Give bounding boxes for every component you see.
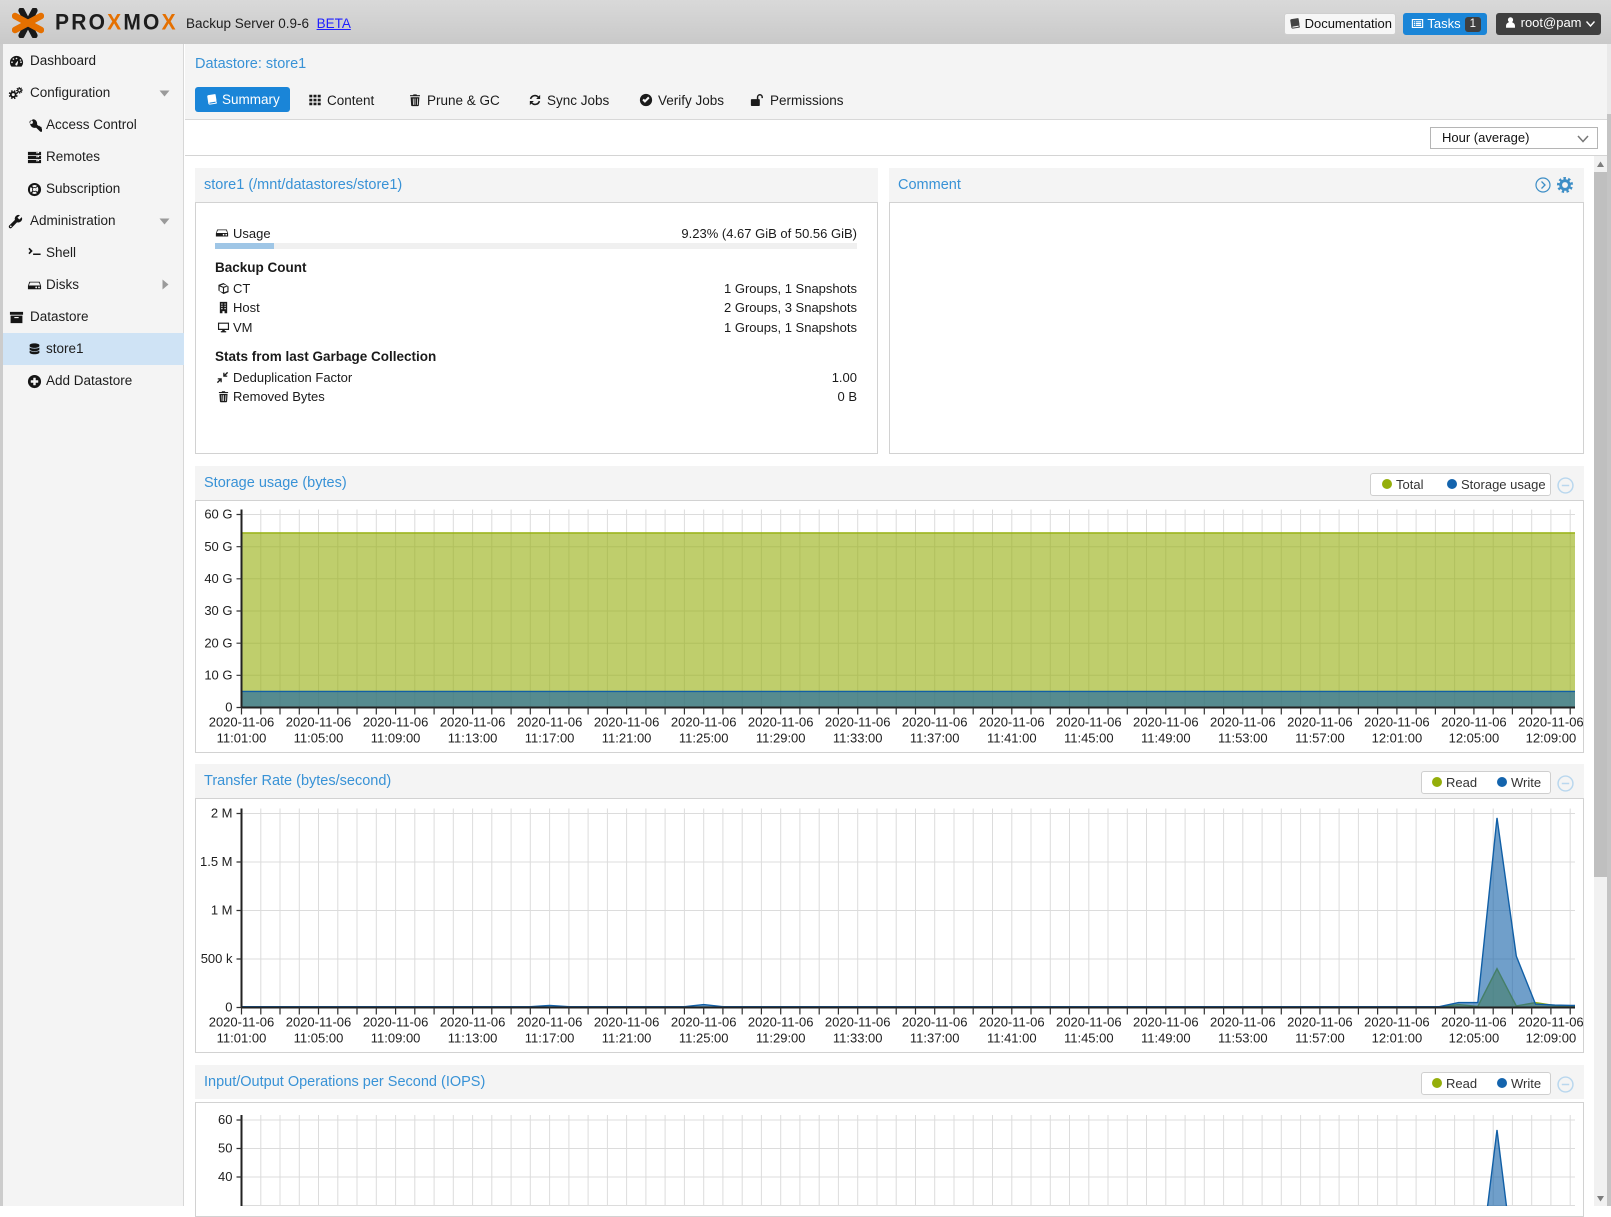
svg-text:2020-11-06: 2020-11-06: [1287, 1015, 1353, 1030]
svg-text:11:57:00: 11:57:00: [1295, 731, 1345, 746]
svg-text:2020-11-06: 2020-11-06: [1133, 715, 1199, 730]
svg-text:50 G: 50 G: [204, 539, 232, 554]
svg-text:12:05:00: 12:05:00: [1449, 731, 1500, 746]
svg-text:11:29:00: 11:29:00: [756, 1031, 806, 1046]
svg-text:2020-11-06: 2020-11-06: [825, 1015, 891, 1030]
svg-text:12:05:00: 12:05:00: [1449, 1031, 1500, 1046]
svg-text:2020-11-06: 2020-11-06: [1210, 1015, 1276, 1030]
svg-text:2020-11-06: 2020-11-06: [440, 715, 506, 730]
svg-text:2020-11-06: 2020-11-06: [286, 715, 352, 730]
svg-text:60 G: 60 G: [204, 507, 232, 522]
svg-text:2020-11-06: 2020-11-06: [1133, 1015, 1199, 1030]
svg-text:2020-11-06: 2020-11-06: [1210, 715, 1276, 730]
svg-text:2020-11-06: 2020-11-06: [1364, 715, 1430, 730]
svg-text:2020-11-06: 2020-11-06: [209, 1015, 275, 1030]
svg-text:12:09:00: 12:09:00: [1526, 731, 1577, 746]
svg-text:11:05:00: 11:05:00: [294, 1031, 344, 1046]
svg-text:2020-11-06: 2020-11-06: [363, 1015, 429, 1030]
svg-text:2020-11-06: 2020-11-06: [902, 1015, 968, 1030]
svg-text:40 G: 40 G: [204, 571, 232, 586]
svg-text:2020-11-06: 2020-11-06: [1518, 1015, 1583, 1030]
svg-text:50: 50: [218, 1141, 232, 1156]
svg-text:11:09:00: 11:09:00: [371, 1031, 421, 1046]
svg-text:2020-11-06: 2020-11-06: [517, 1015, 583, 1030]
svg-text:2020-11-06: 2020-11-06: [209, 715, 275, 730]
svg-text:2020-11-06: 2020-11-06: [902, 715, 968, 730]
svg-text:2020-11-06: 2020-11-06: [1364, 1015, 1430, 1030]
svg-text:11:33:00: 11:33:00: [833, 1031, 883, 1046]
svg-text:20 G: 20 G: [204, 635, 232, 650]
svg-text:11:33:00: 11:33:00: [833, 731, 883, 746]
svg-text:11:13:00: 11:13:00: [448, 731, 498, 746]
svg-text:12:09:00: 12:09:00: [1526, 1031, 1577, 1046]
svg-text:10 G: 10 G: [204, 668, 232, 683]
svg-text:11:01:00: 11:01:00: [217, 1031, 267, 1046]
svg-text:2020-11-06: 2020-11-06: [363, 715, 429, 730]
svg-text:2020-11-06: 2020-11-06: [517, 715, 583, 730]
svg-text:11:53:00: 11:53:00: [1218, 731, 1268, 746]
svg-text:12:01:00: 12:01:00: [1372, 731, 1423, 746]
svg-text:60: 60: [218, 1112, 232, 1127]
svg-text:11:25:00: 11:25:00: [679, 731, 729, 746]
svg-text:1 M: 1 M: [211, 903, 233, 918]
svg-text:2020-11-06: 2020-11-06: [1056, 715, 1122, 730]
svg-text:11:29:00: 11:29:00: [756, 731, 806, 746]
svg-text:11:37:00: 11:37:00: [910, 1031, 960, 1046]
svg-text:2020-11-06: 2020-11-06: [671, 715, 737, 730]
svg-text:11:53:00: 11:53:00: [1218, 1031, 1268, 1046]
svg-text:11:45:00: 11:45:00: [1064, 1031, 1114, 1046]
svg-text:2020-11-06: 2020-11-06: [748, 1015, 814, 1030]
svg-text:0: 0: [225, 700, 232, 715]
svg-text:0: 0: [225, 1000, 232, 1015]
svg-text:11:49:00: 11:49:00: [1141, 1031, 1191, 1046]
svg-text:2020-11-06: 2020-11-06: [286, 1015, 352, 1030]
svg-text:40: 40: [218, 1169, 232, 1184]
svg-text:2020-11-06: 2020-11-06: [594, 1015, 660, 1030]
svg-text:2020-11-06: 2020-11-06: [1441, 1015, 1507, 1030]
svg-text:500 k: 500 k: [201, 951, 233, 966]
svg-text:2020-11-06: 2020-11-06: [979, 715, 1045, 730]
svg-text:12:01:00: 12:01:00: [1372, 1031, 1423, 1046]
svg-text:11:25:00: 11:25:00: [679, 1031, 729, 1046]
svg-text:11:45:00: 11:45:00: [1064, 731, 1114, 746]
svg-text:11:21:00: 11:21:00: [602, 731, 652, 746]
svg-text:11:41:00: 11:41:00: [987, 1031, 1037, 1046]
svg-text:11:57:00: 11:57:00: [1295, 1031, 1345, 1046]
svg-text:11:09:00: 11:09:00: [371, 731, 421, 746]
svg-text:11:49:00: 11:49:00: [1141, 731, 1191, 746]
svg-text:11:21:00: 11:21:00: [602, 1031, 652, 1046]
svg-text:2020-11-06: 2020-11-06: [1518, 715, 1583, 730]
svg-text:11:17:00: 11:17:00: [525, 731, 575, 746]
svg-text:2020-11-06: 2020-11-06: [979, 1015, 1045, 1030]
svg-text:30 G: 30 G: [204, 603, 232, 618]
svg-text:11:41:00: 11:41:00: [987, 731, 1037, 746]
svg-text:2020-11-06: 2020-11-06: [1441, 715, 1507, 730]
svg-text:2020-11-06: 2020-11-06: [748, 715, 814, 730]
svg-text:1.5 M: 1.5 M: [200, 854, 233, 869]
svg-text:2020-11-06: 2020-11-06: [440, 1015, 506, 1030]
svg-text:2020-11-06: 2020-11-06: [671, 1015, 737, 1030]
svg-text:11:13:00: 11:13:00: [448, 1031, 498, 1046]
svg-text:11:05:00: 11:05:00: [294, 731, 344, 746]
svg-text:11:01:00: 11:01:00: [217, 731, 267, 746]
svg-text:11:17:00: 11:17:00: [525, 1031, 575, 1046]
svg-text:2020-11-06: 2020-11-06: [1287, 715, 1353, 730]
svg-text:11:37:00: 11:37:00: [910, 731, 960, 746]
svg-text:2 M: 2 M: [211, 806, 233, 821]
svg-text:2020-11-06: 2020-11-06: [594, 715, 660, 730]
svg-text:2020-11-06: 2020-11-06: [1056, 1015, 1122, 1030]
svg-text:2020-11-06: 2020-11-06: [825, 715, 891, 730]
